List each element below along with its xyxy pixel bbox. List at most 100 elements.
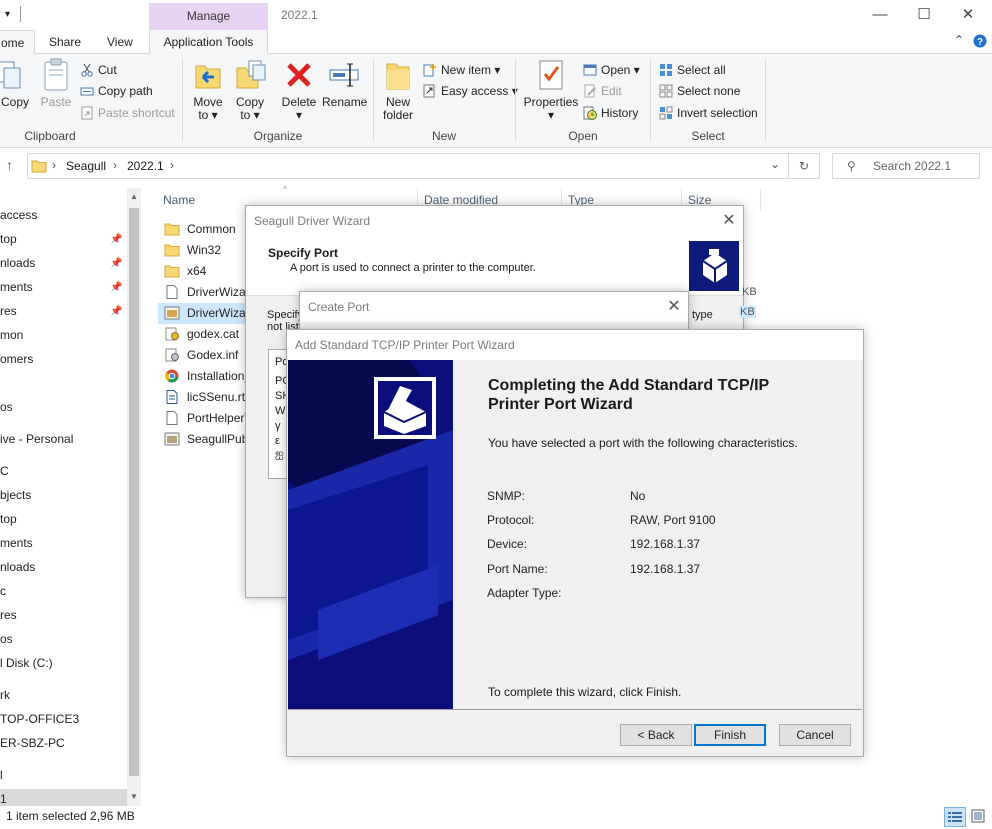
paste-shortcut-button[interactable]: Paste shortcut [80,104,175,122]
new-folder-icon [386,63,410,90]
easy-access-button[interactable]: Easy access ▾ [423,82,518,100]
size-fragment: KB [742,286,757,298]
invert-selection-button[interactable]: Invert selection [659,104,758,122]
quick-access-dropdown-icon[interactable]: ▾ [5,9,10,20]
file-row[interactable]: licSSenu.rtf [158,387,258,408]
file-row[interactable]: SeagullPublisher [158,429,258,450]
file-row-selected[interactable]: DriverWizard.exe [158,303,258,324]
new-folder-button[interactable]: New folder [380,58,416,122]
breadcrumb-chevron-icon: › [170,158,174,172]
nav-item-videos[interactable]: os [0,397,13,417]
history-button[interactable]: History [583,104,638,122]
file-row[interactable]: PortHelperWizard [158,408,258,429]
refresh-icon: ↻ [798,159,810,173]
close-window-button[interactable]: ✕ [946,3,990,27]
pin-icon[interactable]: 📌 [110,258,122,269]
refresh-button[interactable]: ↻ [788,153,820,179]
nav-item-desktop-pc[interactable]: top [0,509,17,529]
new-item-button[interactable]: New item ▾ [423,61,500,79]
up-arrow-icon[interactable]: ↑ [6,157,13,173]
nav-item-documents-pc[interactable]: ments [0,533,33,553]
select-none-button[interactable]: Select none [659,82,740,100]
nav-item-onedrive[interactable]: ive - Personal [0,429,73,449]
file-row[interactable]: DriverWizard.exe.config [158,282,258,303]
tab-home[interactable]: ome [0,30,35,55]
edit-icon [584,84,596,98]
column-header-name[interactable]: Name [163,193,195,207]
minimize-button[interactable]: — [858,3,902,27]
tab-application-tools[interactable]: Application Tools [149,30,268,54]
breadcrumb-2022-1[interactable]: 2022.1 [127,159,164,173]
nav-item-pictures[interactable]: res [0,301,17,321]
pin-icon[interactable]: 📌 [110,282,122,293]
nav-item-videos-pc[interactable]: os [0,629,13,649]
open-button[interactable]: Open ▾ [583,61,640,79]
nav-item-user-sbz-pc[interactable]: ER-SBZ-PC [0,733,65,753]
group-label-open: Open [568,129,598,143]
column-separator[interactable] [760,188,761,212]
maximize-button[interactable]: ☐ [902,3,946,27]
scroll-up-icon[interactable]: ▲ [127,192,141,201]
copy-button[interactable]: Copy [0,58,30,109]
address-history-dropdown-icon[interactable]: ⌄ [770,157,780,171]
dialog-title: Create Port [300,292,688,322]
large-icons-view-button[interactable] [968,807,988,827]
paste-button[interactable]: Paste [40,58,72,109]
cut-button[interactable]: Cut [80,61,117,79]
nav-item-l[interactable]: l [0,765,3,785]
back-button[interactable]: < Back [620,724,692,746]
nav-item-downloads[interactable]: nloads [0,253,35,273]
finish-button[interactable]: Finish [694,724,766,746]
cancel-button[interactable]: Cancel [779,724,851,746]
rename-button[interactable]: Rename [322,58,367,109]
folder-icon [164,223,180,236]
nav-item-3d-objects[interactable]: bjects [0,485,31,505]
nav-item-documents[interactable]: ments [0,277,33,297]
nav-item-this-pc[interactable]: C [0,461,9,481]
file-row[interactable]: Common [158,219,258,240]
tab-view[interactable]: View [107,30,133,54]
collapse-ribbon-icon[interactable]: ⌃ [954,33,964,47]
search-input[interactable]: ⚲ Search 2022.1 [832,153,980,179]
nav-item-pictures-pc[interactable]: res [0,605,17,625]
pin-icon[interactable]: 📌 [110,234,122,245]
nav-scrollbar[interactable]: ▲ ▼ [127,188,141,806]
help-icon[interactable]: ? [973,34,987,51]
edit-button[interactable]: Edit [583,82,622,100]
breadcrumb-seagull[interactable]: Seagull [66,159,106,173]
tab-manage[interactable]: Manage [149,3,268,30]
delete-button[interactable]: Delete ▾ [281,58,317,122]
file-row[interactable]: Win32 [158,240,258,261]
move-to-button[interactable]: Move to ▾ [190,58,226,122]
nav-item-music[interactable]: c [0,581,6,601]
copy-to-button[interactable]: Copy to ▾ [232,58,268,122]
pin-icon[interactable]: 📌 [110,306,122,317]
svg-text:?: ? [977,37,983,48]
folder-icon [31,160,47,173]
properties-button[interactable]: Properties ▾ [523,58,579,122]
nav-item-network[interactable]: rk [0,685,10,705]
file-row[interactable]: godex.cat [158,324,258,345]
dialog-divider [288,709,862,710]
wizard-header: Specify Port A port is used to connect a… [246,236,743,296]
tab-share[interactable]: Share [49,30,81,54]
nav-item-common[interactable]: mon [0,325,23,345]
nav-item-desktop[interactable]: top [0,229,17,249]
nav-item-quick-access[interactable]: access [0,205,37,225]
close-icon[interactable]: ✕ [714,206,744,236]
address-bar[interactable]: › Seagull › 2022.1 › ⌄ [27,153,789,179]
nav-item-local-disk[interactable]: l Disk (C:) [0,653,53,673]
close-icon[interactable]: ✕ [659,292,689,322]
file-row[interactable]: x64 [158,261,258,282]
details-view-button[interactable] [944,807,966,827]
scroll-down-icon[interactable]: ▼ [127,792,141,801]
breadcrumb-chevron-icon: › [52,158,56,172]
file-row[interactable]: Godex.inf [158,345,258,366]
nav-item-desktop-office3[interactable]: TOP-OFFICE3 [0,709,79,729]
file-row[interactable]: Installation_Instructions [158,366,258,387]
nav-item-customers[interactable]: omers [0,349,33,369]
scrollbar-thumb[interactable] [129,208,139,776]
select-all-button[interactable]: Select all [659,61,726,79]
copy-path-button[interactable]: Copy path [80,82,153,100]
nav-item-downloads-pc[interactable]: nloads [0,557,35,577]
